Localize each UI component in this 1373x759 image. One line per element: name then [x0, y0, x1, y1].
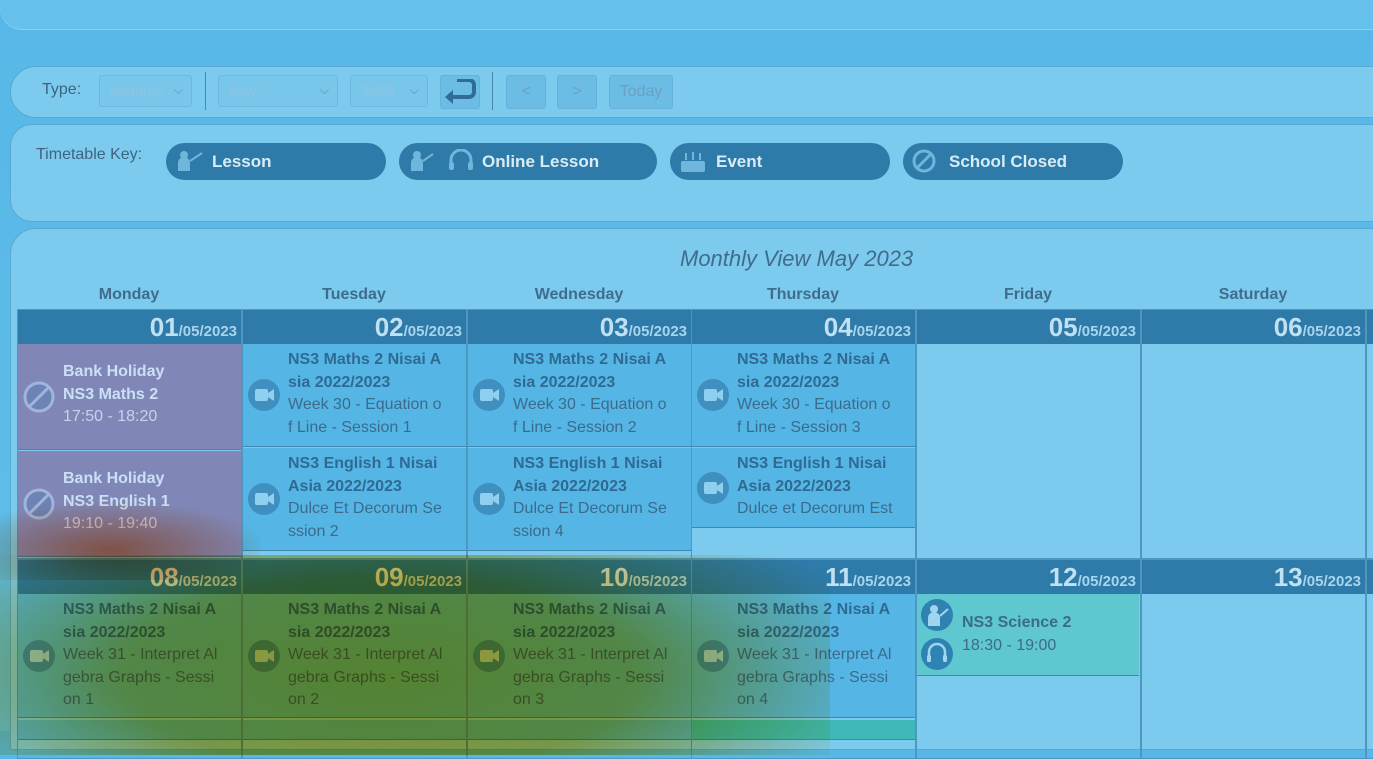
event-school-closed[interactable]: Bank Holiday NS3 Maths 2 17:50 - 18:20 [18, 344, 241, 450]
top-banner [0, 0, 1373, 30]
key-online-lesson: Online Lesson [399, 143, 657, 180]
date-header: 08/05/2023 [18, 560, 241, 594]
video-camera-icon [248, 379, 280, 411]
key-event: Event [670, 143, 890, 180]
chevron-down-icon: ⌵ [173, 83, 183, 97]
divider [492, 72, 493, 110]
key-lesson: Lesson [166, 143, 386, 180]
date-header: 05/05/2023 [917, 310, 1140, 344]
date-header [1367, 560, 1373, 594]
date-header [1367, 310, 1373, 344]
date-header: 13/05/2023 [1142, 560, 1365, 594]
year-select[interactable]: 2023 ⌵ [350, 75, 428, 107]
video-camera-icon [473, 483, 505, 515]
event-online-lesson[interactable]: NS3 Maths 2 Nisai A sia 2022/2023 Week 3… [692, 344, 915, 447]
today-button[interactable]: Today [609, 75, 673, 109]
key-event-label: Event [716, 152, 763, 171]
key-lesson-label: Lesson [212, 152, 272, 171]
event-online-lesson[interactable]: NS3 English 1 Nisai Asia 2022/2023 Dulce… [692, 448, 915, 528]
timetable-key-label: Timetable Key: [36, 146, 143, 163]
event-online-lesson[interactable] [692, 720, 915, 740]
month-select-value: May [229, 83, 258, 100]
dayname-tuesday: Tuesday [322, 286, 386, 303]
date-header: 11/05/2023 [692, 560, 915, 594]
year-select-value: 2023 [361, 83, 395, 100]
key-online-lesson-label: Online Lesson [482, 152, 600, 171]
divider [205, 72, 206, 110]
event-online-lesson[interactable] [18, 720, 241, 740]
date-header: 01/05/2023 [18, 310, 241, 344]
dayname-monday: Monday [98, 286, 160, 303]
date-header: 03/05/2023 [468, 310, 691, 344]
date-header: 04/05/2023 [692, 310, 915, 344]
event-lesson[interactable]: NS3 Science 2 18:30 - 19:00 [917, 594, 1139, 676]
date-header: 12/05/2023 [917, 560, 1140, 594]
teacher-headset-icon [411, 149, 473, 171]
event-school-closed[interactable]: Bank Holiday NS3 English 1 19:10 - 19:40 [18, 451, 241, 557]
prev-button[interactable]: < [506, 75, 546, 109]
date-header: 09/05/2023 [243, 560, 466, 594]
view-toolbar [10, 66, 1373, 118]
event-online-lesson[interactable]: NS3 English 1 Nisai Asia 2022/2023 Dulce… [243, 448, 466, 551]
no-entry-icon [23, 381, 55, 412]
dayname-friday: Friday [1003, 286, 1052, 303]
type-select-value: Monthly [110, 83, 163, 100]
video-camera-icon [473, 379, 505, 411]
dayname-saturday: Saturday [1218, 286, 1288, 303]
video-camera-icon [248, 483, 280, 515]
teacher-icon [178, 151, 203, 171]
event-online-lesson[interactable]: NS3 Maths 2 Nisai A sia 2022/2023 Week 3… [243, 344, 466, 447]
dayname-wednesday: Wednesday [534, 286, 624, 303]
event-online-lesson[interactable] [468, 720, 691, 740]
date-header: 02/05/2023 [243, 310, 466, 344]
video-camera-icon [23, 639, 55, 672]
next-button[interactable]: > [557, 75, 597, 109]
event-online-lesson[interactable]: NS3 Maths 2 Nisai A sia 2022/2023 Week 3… [18, 594, 241, 718]
return-arrow-icon [445, 78, 476, 104]
event-online-lesson[interactable]: NS3 English 1 Nisai Asia 2022/2023 Dulce… [468, 448, 691, 551]
type-label: Type: [42, 81, 82, 98]
video-camera-icon [697, 379, 729, 411]
day-cell[interactable] [1366, 309, 1373, 559]
event-online-lesson[interactable]: NS3 Maths 2 Nisai A sia 2022/2023 Week 3… [243, 594, 466, 718]
no-entry-icon [912, 149, 936, 173]
video-camera-icon [473, 639, 505, 672]
video-camera-icon [248, 639, 280, 672]
date-header: 10/05/2023 [468, 560, 691, 594]
type-select[interactable]: Monthly ⌵ [99, 75, 192, 107]
date-header: 06/05/2023 [1142, 310, 1365, 344]
event-online-lesson[interactable]: NS3 Maths 2 Nisai A sia 2022/2023 Week 3… [468, 594, 691, 718]
chevron-down-icon: ⌵ [319, 83, 329, 97]
key-school-closed: School Closed [903, 143, 1123, 180]
day-cell[interactable] [916, 309, 1141, 559]
day-cell[interactable] [1141, 309, 1366, 559]
dayname-thursday: Thursday [766, 286, 839, 303]
no-entry-icon [23, 488, 55, 519]
key-school-closed-label: School Closed [949, 152, 1068, 171]
event-online-lesson[interactable] [243, 720, 466, 740]
chevron-down-icon: ⌵ [409, 83, 419, 97]
event-online-lesson[interactable]: NS3 Maths 2 Nisai A sia 2022/2023 Week 3… [692, 594, 915, 718]
month-select[interactable]: May ⌵ [218, 75, 338, 107]
video-camera-icon [697, 639, 729, 672]
teacher-headset-icon [921, 599, 953, 670]
event-online-lesson[interactable]: NS3 Maths 2 Nisai A sia 2022/2023 Week 3… [468, 344, 691, 447]
video-camera-icon [697, 471, 729, 504]
calendar-title: Monthly View May 2023 [680, 246, 914, 271]
cake-icon [681, 152, 705, 172]
return-button[interactable] [440, 75, 480, 109]
